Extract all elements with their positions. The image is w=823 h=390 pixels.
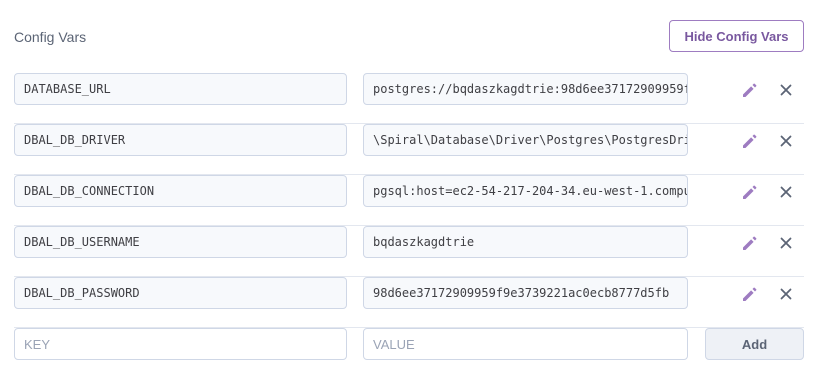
config-var-key-field[interactable]: DBAL_DB_USERNAME [14,226,347,258]
config-var-row: DBAL_DB_PASSWORD 98d6ee37172909959f9e373… [14,277,804,328]
config-var-key-field[interactable]: DATABASE_URL [14,73,347,105]
pencil-icon[interactable] [741,81,759,99]
pencil-icon[interactable] [741,183,759,201]
config-var-row: DBAL_DB_CONNECTION pgsql:host=ec2-54-217… [14,175,804,226]
close-icon[interactable] [777,234,795,252]
close-icon[interactable] [777,81,795,99]
config-var-row: DATABASE_URL postgres://bqdaszkagdtrie:9… [14,73,804,124]
config-var-value-field[interactable]: bqdaszkagdtrie [363,226,688,258]
close-icon[interactable] [777,285,795,303]
new-config-var-row: Add [14,328,804,379]
config-var-key-field[interactable]: DBAL_DB_PASSWORD [14,277,347,309]
hide-config-vars-button[interactable]: Hide Config Vars [669,20,804,52]
section-title: Config Vars [14,29,87,45]
close-icon[interactable] [777,183,795,201]
pencil-icon[interactable] [741,285,759,303]
config-vars-panel: Config Vars Hide Config Vars DATABASE_UR… [0,0,823,390]
pencil-icon[interactable] [741,132,759,150]
pencil-icon[interactable] [741,234,759,252]
config-var-value-field[interactable]: 98d6ee37172909959f9e3739221ac0ecb8777d5f… [363,277,688,309]
add-config-var-button[interactable]: Add [705,328,804,360]
config-var-row: DBAL_DB_DRIVER \Spiral\Database\Driver\P… [14,124,804,175]
config-var-value-field[interactable]: pgsql:host=ec2-54-217-204-34.eu-west-1.c… [363,175,688,207]
config-var-row: DBAL_DB_USERNAME bqdaszkagdtrie [14,226,804,277]
config-var-value-field[interactable]: \Spiral\Database\Driver\Postgres\Postgre… [363,124,688,156]
close-icon[interactable] [777,132,795,150]
config-var-key-field[interactable]: DBAL_DB_CONNECTION [14,175,347,207]
config-var-value-field[interactable]: postgres://bqdaszkagdtrie:98d6ee37172909… [363,73,688,105]
new-value-input[interactable] [363,328,688,360]
config-var-key-field[interactable]: DBAL_DB_DRIVER [14,124,347,156]
new-key-input[interactable] [14,328,347,360]
